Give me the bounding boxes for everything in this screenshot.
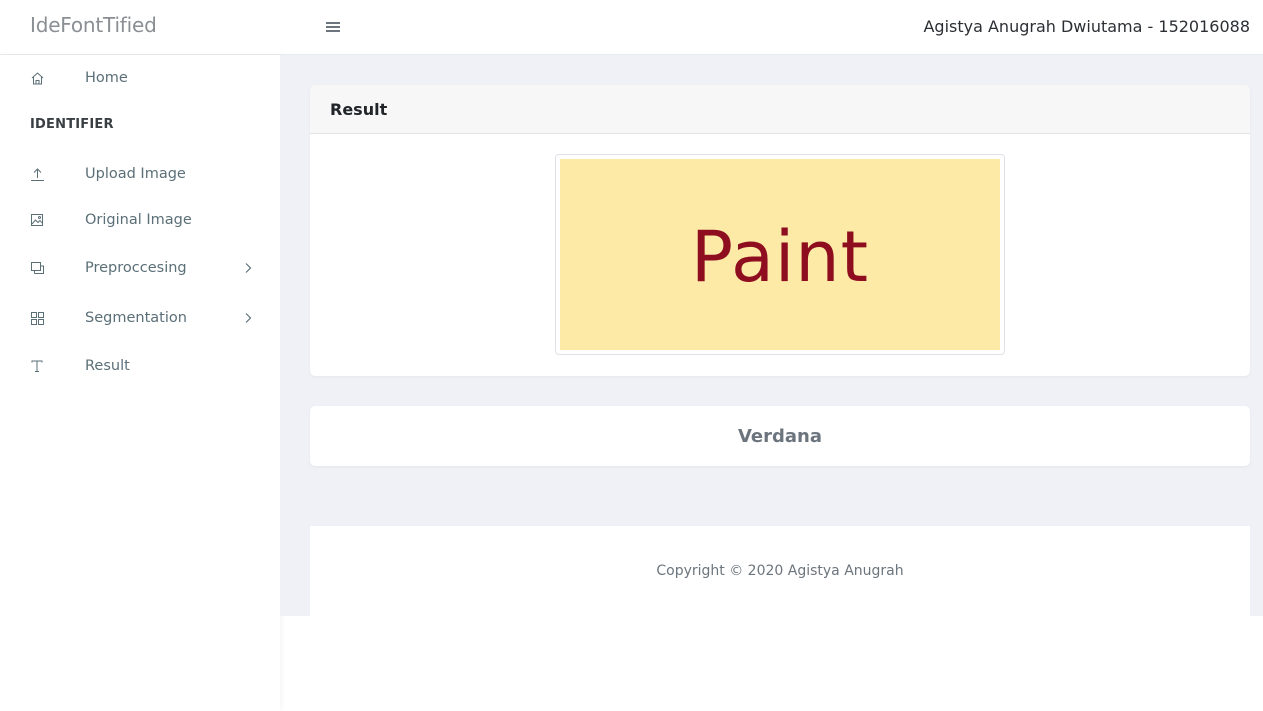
sidebar-item-segmentation[interactable]: Segmentation (0, 300, 280, 336)
layers-icon (29, 260, 45, 276)
main-content: Result Paint Verdana Copyright © 2020 Ag… (280, 55, 1263, 616)
app-brand[interactable]: IdeFontTified (30, 13, 157, 37)
footer: Copyright © 2020 Agistya Anugrah (310, 526, 1250, 616)
sidebar-item-home[interactable]: Home (0, 60, 280, 96)
font-result-card: Verdana (310, 406, 1250, 466)
image-icon (29, 212, 45, 228)
user-name[interactable]: Agistya Anugrah Dwiutama - 152016088 (923, 17, 1250, 36)
sidebar-item-result[interactable]: Result (0, 348, 280, 384)
hamburger-icon[interactable] (324, 18, 342, 36)
result-image-thumbnail: Paint (555, 154, 1005, 355)
result-card-title: Result (310, 85, 1250, 134)
sidebar-section-title: IDENTIFIER (30, 117, 114, 132)
result-image-text: Paint (690, 215, 870, 298)
chevron-right-icon (242, 312, 254, 324)
sidebar-item-label: Preproccesing (85, 260, 187, 276)
sidebar-item-label: Result (85, 358, 130, 374)
sidebar: Home IDENTIFIER Upload Image Original Im… (0, 55, 280, 711)
sidebar-item-label: Upload Image (85, 166, 186, 182)
copyright-text: Copyright © 2020 Agistya Anugrah (656, 563, 904, 579)
upload-icon (29, 166, 45, 182)
top-navbar: IdeFontTified Agistya Anugrah Dwiutama -… (0, 0, 1263, 55)
sidebar-item-label: Original Image (85, 212, 192, 228)
chevron-right-icon (242, 262, 254, 274)
sidebar-item-preprocessing[interactable]: Preproccesing (0, 250, 280, 286)
result-image: Paint (560, 159, 1000, 350)
sidebar-item-label: Segmentation (85, 310, 187, 326)
grid-icon (29, 310, 45, 326)
result-card: Result Paint (310, 85, 1250, 376)
text-icon (29, 358, 45, 374)
identified-font-name: Verdana (737, 425, 823, 447)
sidebar-item-label: Home (85, 70, 128, 86)
sidebar-item-upload-image[interactable]: Upload Image (0, 156, 280, 192)
sidebar-item-original-image[interactable]: Original Image (0, 202, 280, 238)
home-icon (29, 70, 45, 86)
